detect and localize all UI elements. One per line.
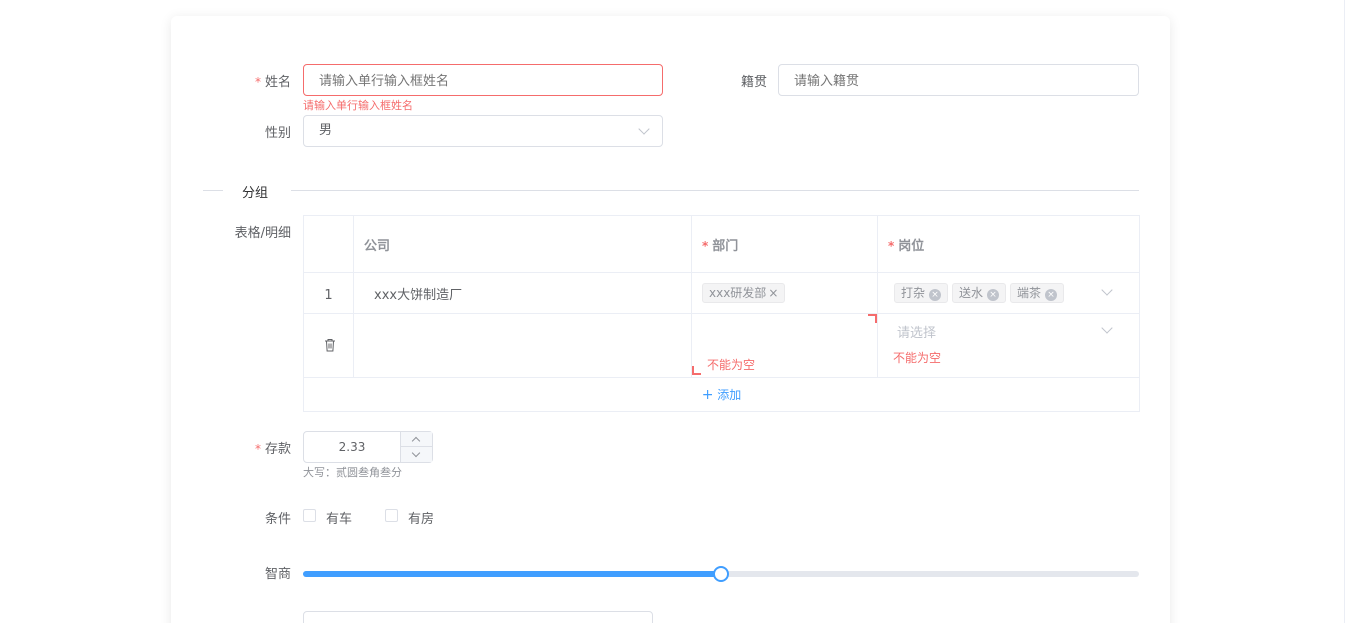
iq-slider[interactable] (303, 566, 1139, 582)
add-row-button[interactable]: + 添加 (701, 387, 742, 403)
department-error-text: 不能为空 (707, 358, 756, 372)
table-row: 1 xxx大饼制造厂 xxx研发部 × 打杂 × 送水 × 端茶 × (303, 272, 1140, 314)
delete-icon[interactable] (324, 338, 336, 352)
position-placeholder: 请选择 (897, 326, 937, 341)
deposit-uppercase-hint: 大写：贰圆叁角叁分 (303, 466, 402, 479)
table-add-row: + 添加 (303, 377, 1140, 412)
hometown-input[interactable] (778, 64, 1139, 96)
header-position: * 岗位 (877, 215, 1140, 273)
deposit-label-text: 存款 (264, 442, 291, 457)
header-company-text: 公司 (364, 238, 391, 254)
position-tag-label: 送水 (959, 286, 984, 300)
checkbox-has-house-label[interactable]: 有房 (408, 508, 434, 527)
gender-label: 性别 (264, 126, 291, 141)
group-divider-label: 分组 (242, 186, 269, 201)
company-cell[interactable] (353, 313, 692, 378)
row-delete-cell (303, 313, 354, 378)
position-select[interactable]: 请选择 不能为空 (877, 313, 1140, 378)
position-tag-label: 端茶 (1017, 286, 1042, 300)
department-tag: xxx研发部 × (702, 283, 786, 303)
required-mark: * (702, 238, 709, 253)
position-tag: 端茶 × (1010, 283, 1065, 303)
conditions-label: 条件 (264, 512, 291, 527)
chevron-down-icon (1101, 322, 1113, 334)
tag-close-icon[interactable]: × (987, 289, 1000, 301)
divider-line-right (291, 190, 1139, 191)
deposit-label: * 存款 (243, 438, 291, 457)
position-tag-label: 打杂 (901, 286, 926, 300)
iq-label: 智商 (264, 567, 291, 582)
department-select[interactable]: 不能为空 (691, 313, 878, 378)
required-mark: * (254, 75, 261, 89)
company-value: xxx大饼制造厂 (374, 287, 463, 303)
name-error-text: 请输入单行输入框姓名 (303, 99, 413, 112)
position-error-text: 不能为空 (893, 351, 942, 365)
name-label-text: 姓名 (264, 75, 291, 90)
header-position-text: 岗位 (898, 238, 925, 254)
tag-close-icon[interactable]: × (1045, 289, 1058, 301)
row-index-text: 1 (324, 287, 333, 303)
position-select[interactable]: 打杂 × 送水 × 端茶 × (877, 272, 1140, 314)
tag-close-icon[interactable]: × (929, 289, 942, 301)
stepper-buttons (400, 432, 432, 462)
detail-table: 公司 * 部门 * 岗位 1 xxx大饼制造厂 xxx研发部 × 打杂 × 送水 × 端茶 × (303, 215, 1140, 412)
chevron-up-icon (411, 436, 421, 446)
checkbox-has-car[interactable] (303, 509, 316, 522)
hometown-label: 籍贯 (740, 75, 767, 90)
chevron-down-icon (638, 123, 650, 135)
tag-close-icon[interactable]: × (768, 286, 778, 300)
date-range-input[interactable] (303, 611, 653, 623)
name-input[interactable] (303, 64, 663, 96)
table-row: 不能为空 请选择 不能为空 (303, 313, 1140, 378)
name-label: * 姓名 (243, 71, 291, 90)
increment-button[interactable] (401, 432, 432, 447)
gender-select[interactable]: 男 (303, 115, 663, 147)
deposit-stepper[interactable]: 2.33 (303, 431, 433, 463)
form-card: *姓名 请输入单行输入框姓名 籍贯 性别 男 分组 表格/明细 公司 *部门 *… (171, 16, 1170, 623)
row-index: 1 (303, 272, 354, 314)
company-cell[interactable]: xxx大饼制造厂 (353, 272, 692, 314)
department-tag-label: xxx研发部 (709, 286, 767, 300)
error-corner-marker (868, 314, 877, 323)
header-department: * 部门 (691, 215, 878, 273)
header-index (303, 215, 354, 273)
add-row-cell: + 添加 (303, 377, 1140, 412)
department-select[interactable]: xxx研发部 × (691, 272, 878, 314)
gender-select-value: 男 (319, 123, 333, 138)
position-tag: 打杂 × (894, 283, 949, 303)
chevron-down-icon (411, 448, 421, 458)
table-label: 表格/明细 (234, 226, 291, 241)
required-mark: * (888, 238, 895, 253)
divider-line-left (203, 190, 223, 191)
iq-slider-thumb[interactable] (713, 566, 729, 582)
position-tag: 送水 × (952, 283, 1007, 303)
decrement-button[interactable] (401, 447, 432, 462)
chevron-down-icon (1101, 284, 1113, 296)
header-department-text: 部门 (712, 238, 739, 254)
header-company: 公司 (353, 215, 692, 273)
iq-slider-fill (303, 571, 721, 577)
page-right-border (1344, 0, 1345, 623)
checkbox-has-house[interactable] (385, 509, 398, 522)
add-row-label: 添加 (717, 388, 742, 402)
checkbox-has-car-label[interactable]: 有车 (326, 508, 352, 527)
required-mark: * (254, 442, 261, 456)
deposit-value[interactable]: 2.33 (304, 432, 400, 462)
error-corner-marker (692, 366, 701, 375)
table-header-row: 公司 * 部门 * 岗位 (303, 215, 1140, 273)
plus-icon: + (701, 387, 714, 403)
